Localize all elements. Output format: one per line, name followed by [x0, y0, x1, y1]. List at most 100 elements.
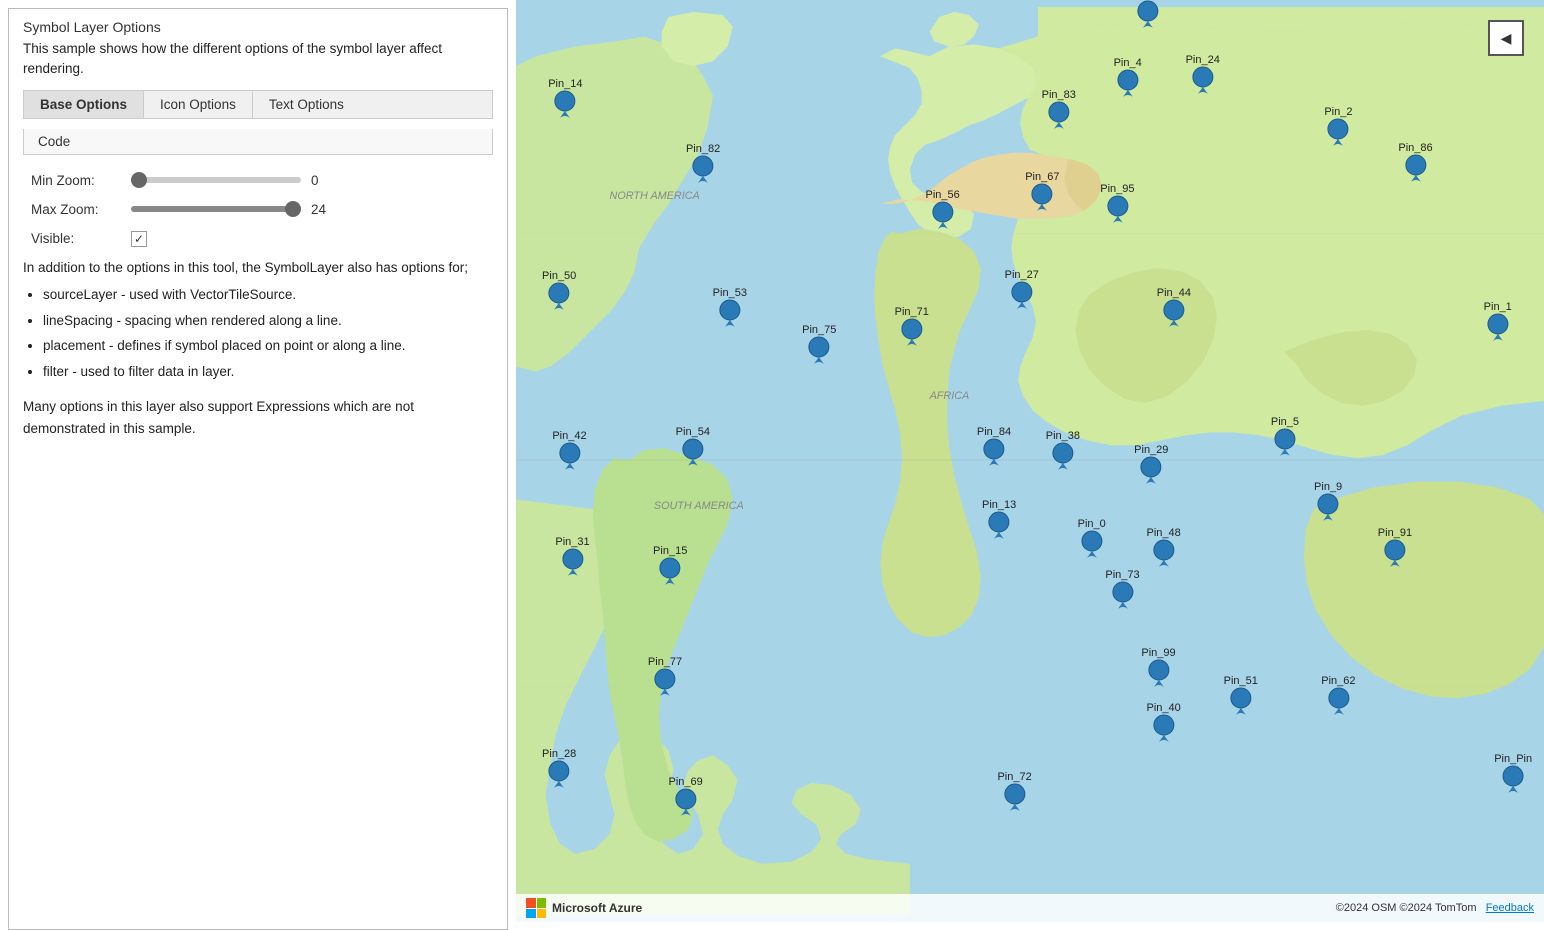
pin-icon [1011, 281, 1033, 309]
pin-label: Pin_86 [1398, 142, 1432, 154]
pin-pin_29[interactable]: Pin_29 [1134, 444, 1168, 484]
pin-pin_28[interactable]: Pin_28 [542, 748, 576, 788]
pin-icon [1137, 0, 1159, 28]
tab-icon-options[interactable]: Icon Options [144, 91, 253, 118]
pin-pin_86[interactable]: Pin_86 [1398, 142, 1432, 182]
pin-pin_56[interactable]: Pin_56 [925, 189, 959, 229]
pin-pin_75[interactable]: Pin_75 [802, 324, 836, 364]
pin-pin_13[interactable]: Pin_13 [982, 499, 1016, 539]
pin-pin_72[interactable]: Pin_72 [997, 771, 1031, 811]
pin-label: Pin_4 [1114, 57, 1142, 69]
pin-pin_27[interactable]: Pin_27 [1005, 269, 1039, 309]
svg-text:NORTH AMERICA: NORTH AMERICA [610, 190, 700, 202]
pin-label: Pin_77 [648, 656, 682, 668]
pin-icon [1117, 69, 1139, 97]
min-zoom-slider[interactable] [131, 177, 301, 183]
pin-pin_91[interactable]: Pin_91 [1378, 527, 1412, 567]
pin-icon [1048, 101, 1070, 129]
map-container[interactable]: NORTH AMERICA SOUTH AMERICA AFRICA Pin_3… [516, 0, 1544, 922]
pin-pin_0[interactable]: Pin_0 [1078, 518, 1106, 558]
pin-pin_77[interactable]: Pin_77 [648, 656, 682, 696]
pin-icon [808, 336, 830, 364]
pin-pin_95[interactable]: Pin_95 [1100, 183, 1134, 223]
pin-pin_pin[interactable]: Pin_Pin [1494, 753, 1532, 793]
pin-pin_99[interactable]: Pin_99 [1141, 647, 1175, 687]
pin-icon [554, 90, 576, 118]
visible-checkbox[interactable] [131, 231, 147, 247]
pin-pin_42[interactable]: Pin_42 [552, 430, 586, 470]
copyright-text: ©2024 OSM ©2024 TomTom [1336, 902, 1477, 914]
pin-pin_1[interactable]: Pin_1 [1484, 301, 1512, 341]
pin-pin_82[interactable]: Pin_82 [686, 143, 720, 183]
pin-pin_53[interactable]: Pin_53 [713, 287, 747, 327]
pin-label: Pin_Pin [1494, 753, 1532, 765]
logo-square-red [526, 898, 536, 908]
pin-icon [1317, 493, 1339, 521]
pin-pin_83[interactable]: Pin_83 [1042, 89, 1076, 129]
logo-square-yellow [537, 909, 547, 919]
pin-pin_73[interactable]: Pin_73 [1105, 569, 1139, 609]
pin-icon [1140, 456, 1162, 484]
pin-icon [932, 201, 954, 229]
footer-right: ©2024 OSM ©2024 TomTom Feedback [1336, 902, 1534, 914]
subtab-container: Code [23, 129, 493, 155]
pin-label: Pin_14 [548, 78, 582, 90]
pin-pin_31[interactable]: Pin_31 [555, 536, 589, 576]
pin-pin_15[interactable]: Pin_15 [653, 545, 687, 585]
pin-label: Pin_0 [1078, 518, 1106, 530]
pin-label: Pin_84 [977, 426, 1011, 438]
pin-pin_9[interactable]: Pin_9 [1314, 481, 1342, 521]
pin-pin_51[interactable]: Pin_51 [1224, 675, 1258, 715]
pin-pin_44[interactable]: Pin_44 [1157, 287, 1191, 327]
back-button[interactable]: ◀ [1488, 20, 1524, 56]
panel-title-group: Symbol Layer Options This sample shows h… [23, 19, 493, 80]
panel-title: Symbol Layer Options [23, 19, 493, 35]
pin-icon [1327, 687, 1349, 715]
pin-label: Pin_13 [982, 499, 1016, 511]
pin-pin_4[interactable]: Pin_4 [1114, 57, 1142, 97]
pin-pin_40[interactable]: Pin_40 [1146, 702, 1180, 742]
pin-icon [1106, 195, 1128, 223]
pin-label: Pin_15 [653, 545, 687, 557]
info-text: In addition to the options in this tool,… [23, 257, 493, 387]
pin-pin_69[interactable]: Pin_69 [668, 776, 702, 816]
pin-label: Pin_27 [1005, 269, 1039, 281]
pin-label: Pin_28 [542, 748, 576, 760]
pin-label: Pin_91 [1378, 527, 1412, 539]
pin-pin_67[interactable]: Pin_67 [1025, 171, 1059, 211]
pin-pin_38[interactable]: Pin_38 [1046, 430, 1080, 470]
pin-pin_84[interactable]: Pin_84 [977, 426, 1011, 466]
footer-paragraph-text: Many options in this layer also support … [23, 396, 493, 439]
pin-pin_62[interactable]: Pin_62 [1321, 675, 1355, 715]
pin-label: Pin_38 [1046, 430, 1080, 442]
pin-pin_5[interactable]: Pin_5 [1271, 416, 1299, 456]
subtab-code[interactable]: Code [24, 129, 492, 154]
pin-label: Pin_24 [1186, 54, 1220, 66]
max-zoom-value: 24 [311, 202, 335, 217]
pin-pin_24[interactable]: Pin_24 [1186, 54, 1220, 94]
pin-label: Pin_83 [1042, 89, 1076, 101]
pin-icon [1004, 783, 1026, 811]
pin-pin_54[interactable]: Pin_54 [676, 426, 710, 466]
pin-label: Pin_62 [1321, 675, 1355, 687]
pin-pin_48[interactable]: Pin_48 [1146, 527, 1180, 567]
pin-icon [659, 557, 681, 585]
back-icon: ◀ [1501, 30, 1512, 47]
pin-icon [719, 299, 741, 327]
max-zoom-slider[interactable] [131, 206, 301, 212]
pin-pin_35[interactable]: Pin_35 [1131, 0, 1165, 28]
panel-description: This sample shows how the different opti… [23, 39, 493, 80]
info-item-0: sourceLayer - used with VectorTileSource… [43, 284, 493, 306]
pin-label: Pin_31 [555, 536, 589, 548]
pin-label: Pin_9 [1314, 481, 1342, 493]
pin-pin_50[interactable]: Pin_50 [542, 270, 576, 310]
tab-text-options[interactable]: Text Options [253, 91, 360, 118]
pin-label: Pin_48 [1146, 527, 1180, 539]
tab-base-options[interactable]: Base Options [24, 91, 144, 118]
feedback-link[interactable]: Feedback [1486, 902, 1534, 914]
pin-pin_2[interactable]: Pin_2 [1324, 106, 1352, 146]
info-item-2: placement - defines if symbol placed on … [43, 335, 493, 357]
pin-pin_14[interactable]: Pin_14 [548, 78, 582, 118]
pin-icon [654, 668, 676, 696]
pin-pin_71[interactable]: Pin_71 [895, 306, 929, 346]
